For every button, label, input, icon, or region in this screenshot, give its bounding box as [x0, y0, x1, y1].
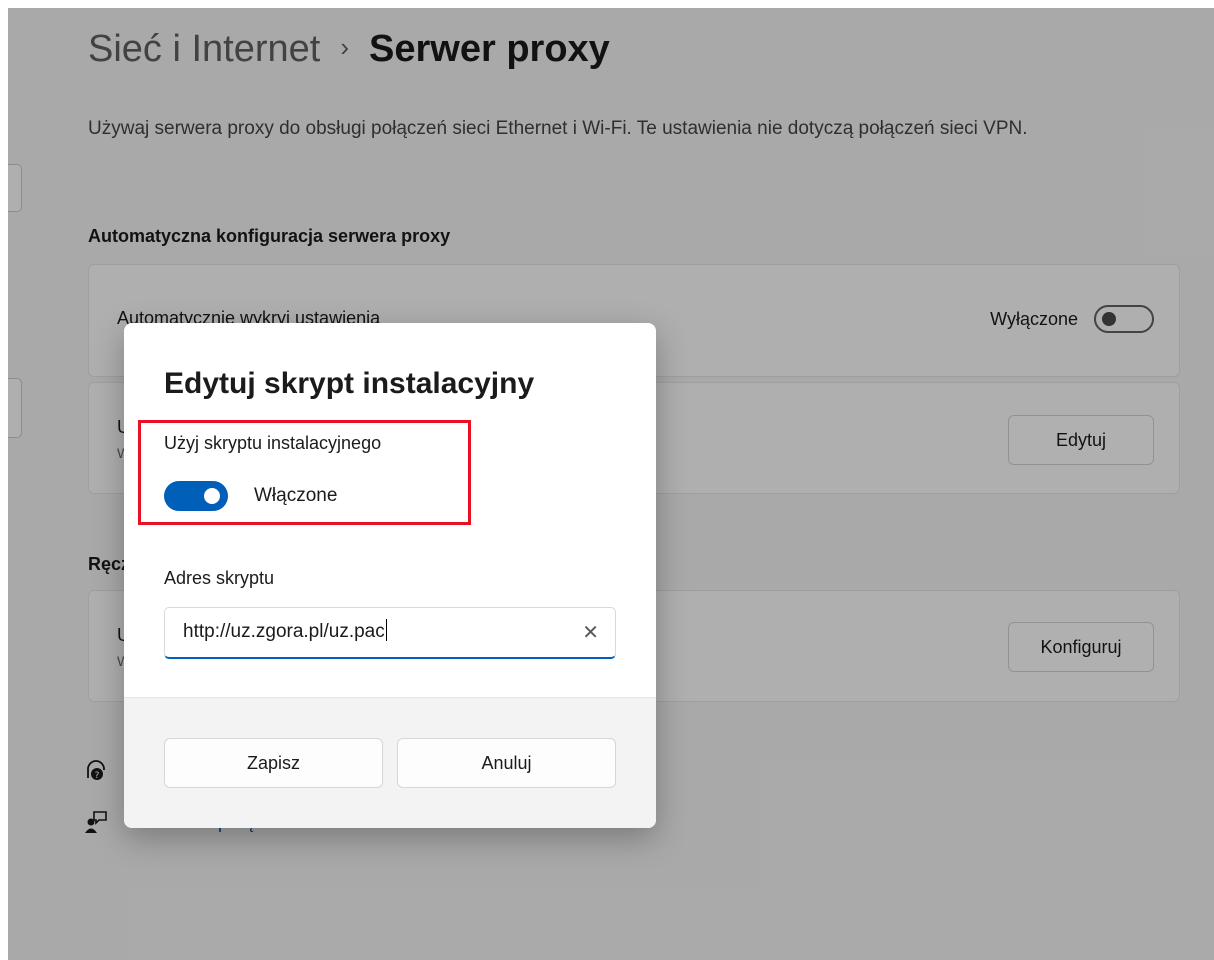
- text-caret: [385, 619, 387, 641]
- cancel-button[interactable]: Anuluj: [397, 738, 616, 788]
- dialog-footer: Zapisz Anuluj: [124, 697, 656, 828]
- script-address-input[interactable]: http://uz.zgora.pl/uz.pac ✕: [164, 607, 616, 659]
- script-address-value: http://uz.zgora.pl/uz.pac: [183, 621, 385, 643]
- clear-input-icon[interactable]: ✕: [582, 620, 599, 645]
- highlight-box: [138, 420, 471, 525]
- script-address-label: Adres skryptu: [164, 568, 275, 588]
- dialog-title: Edytuj skrypt instalacyjny: [164, 367, 535, 400]
- script-address-value-wrap: http://uz.zgora.pl/uz.pac: [183, 619, 387, 643]
- save-button[interactable]: Zapisz: [164, 738, 383, 788]
- edit-setup-script-dialog: Edytuj skrypt instalacyjny Użyj skryptu …: [124, 323, 656, 828]
